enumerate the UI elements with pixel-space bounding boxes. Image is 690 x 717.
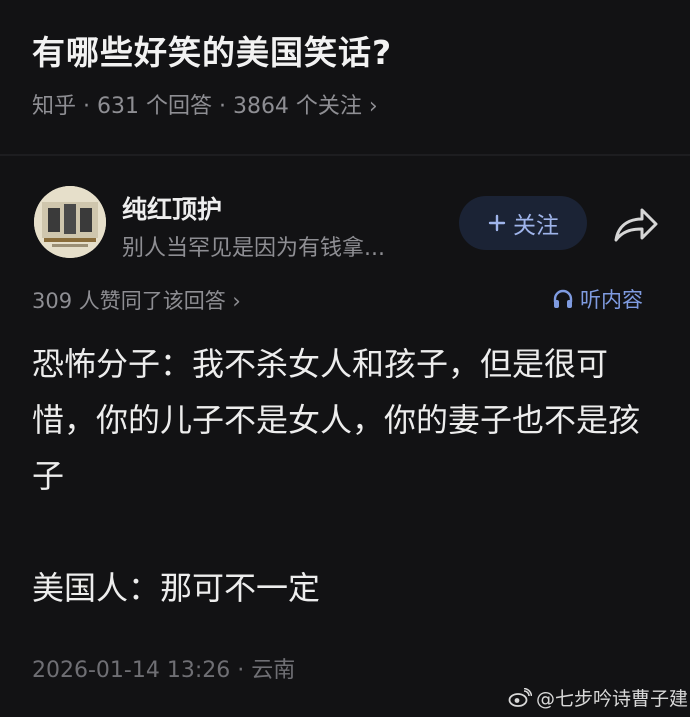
follow-button[interactable]: 关注: [459, 196, 587, 250]
follow-label: 关注: [513, 213, 559, 239]
listen-label: 听内容: [580, 288, 643, 312]
answer-paragraph: 美国人：那可不一定: [32, 569, 321, 607]
plus-icon: [488, 214, 506, 232]
question-title[interactable]: 有哪些好笑的美国笑话?: [32, 26, 392, 74]
watermark: @七步吟诗曹子建: [508, 684, 688, 711]
avatar-image: [34, 186, 106, 258]
weibo-icon: [508, 687, 532, 707]
watermark-text: @七步吟诗曹子建: [536, 688, 689, 710]
share-icon[interactable]: [610, 202, 660, 246]
question-header: 有哪些好笑的美国笑话? 知乎 · 631 个回答 · 3864 个关注 ›: [0, 0, 690, 150]
author-name[interactable]: 纯红顶护: [122, 190, 222, 226]
upvote-count[interactable]: 309 人赞同了该回答 ›: [32, 285, 241, 315]
answer-paragraph: 恐怖分子：我不杀女人和孩子，但是很可惜，你的儿子不是女人，你的妻子也不是孩子: [32, 345, 641, 495]
answer-content: 恐怖分子：我不杀女人和孩子，但是很可惜，你的儿子不是女人，你的妻子也不是孩子 美…: [32, 336, 652, 616]
listen-button[interactable]: 听内容: [552, 284, 643, 314]
author-avatar[interactable]: [34, 186, 106, 258]
question-meta[interactable]: 知乎 · 631 个回答 · 3864 个关注 ›: [32, 88, 378, 120]
author-bio: 别人当罕见是因为有钱拿...: [122, 236, 385, 261]
headphones-icon: [553, 289, 573, 308]
section-divider: [0, 154, 690, 156]
answer-timestamp: 2026-01-14 13:26 · 云南: [32, 658, 296, 683]
